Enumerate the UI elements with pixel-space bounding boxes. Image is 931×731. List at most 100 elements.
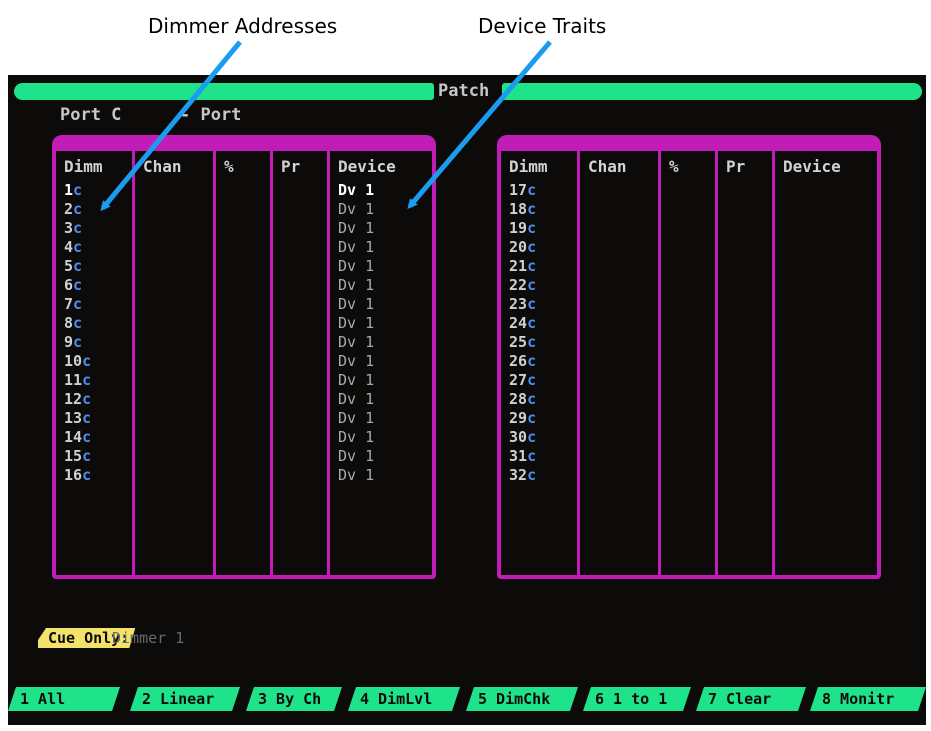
dimmer-address-cell[interactable]: 25c [509, 333, 536, 352]
device-cell[interactable]: Dv 1 [338, 257, 374, 276]
dimmer-address-cell[interactable]: 14c [64, 428, 91, 447]
dimmer-port-letter: c [527, 295, 537, 313]
dimmer-number: 11 [64, 371, 83, 389]
device-cell[interactable]: Dv 1 [338, 181, 374, 200]
dimmer-port-letter: c [82, 466, 92, 484]
column-header-device: Device [783, 157, 841, 176]
dimmer-address-cell[interactable]: 32c [509, 466, 536, 485]
column-header-dimm: Dimm [509, 157, 548, 176]
device-cell[interactable]: Dv 1 [338, 219, 374, 238]
device-cell[interactable]: Dv 1 [338, 295, 374, 314]
dimmer-number: 29 [509, 409, 528, 427]
dimmer-number: 24 [509, 314, 528, 332]
dimmer-number: 10 [64, 352, 83, 370]
column-header-pr: Pr [281, 157, 301, 176]
device-cell[interactable]: Dv 1 [338, 200, 374, 219]
dimmer-address-cell[interactable]: 5c [64, 257, 91, 276]
softkey-4[interactable]: 4 DimLvl [348, 687, 460, 711]
dimmer-address-cell[interactable]: 13c [64, 409, 91, 428]
column-dimm: Dimm 1c 2c 3c 4c 5c 6c 7c 8c 9c 10c 11c 12c 13c 14c 15… [56, 151, 135, 575]
dimmer-address-cell[interactable]: 27c [509, 371, 536, 390]
dimmer-number: 12 [64, 390, 83, 408]
annotation-dimmer-addresses: Dimmer Addresses [148, 14, 338, 38]
dimmer-address-cell[interactable]: 7c [64, 295, 91, 314]
softkey-7[interactable]: 7 Clear [696, 687, 806, 711]
dimmer-address-cell[interactable]: 10c [64, 352, 91, 371]
dimmer-list: 17c 18c 19c 20c 21c 22c 23c 24c 25c 26c 27c 28c 29c 3… [509, 181, 536, 485]
dimmer-address-cell[interactable]: 18c [509, 200, 536, 219]
softkey-8[interactable]: 8 Monitr [810, 687, 926, 711]
dimmer-address-cell[interactable]: 24c [509, 314, 536, 333]
device-cell[interactable]: Dv 1 [338, 390, 374, 409]
annotation-device-traits: Device Traits [478, 14, 607, 38]
title-bar-right [502, 83, 922, 100]
console-screen: Patch Port C - Port Dimm 1c 2c 3c 4c 5c 6c 7c 8… [8, 75, 926, 725]
dimmer-address-cell[interactable]: 20c [509, 238, 536, 257]
dimmer-address-cell[interactable]: 4c [64, 238, 91, 257]
device-cell[interactable]: Dv 1 [338, 428, 374, 447]
dimmer-address-cell[interactable]: 23c [509, 295, 536, 314]
device-cell[interactable]: Dv 1 [338, 314, 374, 333]
dimmer-port-letter: c [73, 276, 83, 294]
dimmer-number: 7 [64, 295, 74, 313]
column-chan: Chan [580, 151, 661, 575]
softkey-1[interactable]: 1 All [8, 687, 120, 711]
device-cell[interactable]: Dv 1 [338, 238, 374, 257]
column-device: Device [775, 151, 877, 575]
device-cell[interactable]: Dv 1 [338, 352, 374, 371]
dimmer-address-cell[interactable]: 1c [64, 181, 91, 200]
dimmer-address-cell[interactable]: 26c [509, 352, 536, 371]
dimmer-port-letter: c [73, 219, 83, 237]
column-header-percent: % [669, 157, 679, 176]
dimmer-number: 19 [509, 219, 528, 237]
device-cell[interactable]: Dv 1 [338, 409, 374, 428]
dimmer-port-letter: c [73, 314, 83, 332]
dimmer-address-cell[interactable]: 11c [64, 371, 91, 390]
dimmer-address-cell[interactable]: 12c [64, 390, 91, 409]
dimmer-port-letter: c [82, 447, 92, 465]
device-cell[interactable]: Dv 1 [338, 466, 374, 485]
device-cell[interactable]: Dv 1 [338, 447, 374, 466]
device-cell[interactable]: Dv 1 [338, 276, 374, 295]
dimmer-address-cell[interactable]: 31c [509, 447, 536, 466]
device-cell[interactable]: Dv 1 [338, 371, 374, 390]
dimmer-address-cell[interactable]: 29c [509, 409, 536, 428]
dimmer-address-cell[interactable]: 9c [64, 333, 91, 352]
dimmer-number: 4 [64, 238, 74, 256]
dimmer-port-letter: c [527, 466, 537, 484]
softkey-2[interactable]: 2 Linear [130, 687, 240, 711]
dimmer-number: 5 [64, 257, 74, 275]
column-header-pr: Pr [726, 157, 746, 176]
column-device: Device Dv 1 Dv 1 Dv 1 Dv 1 Dv 1 Dv 1 Dv 1 Dv 1D… [330, 151, 432, 575]
column-percent: % [661, 151, 718, 575]
dimmer-port-letter: c [527, 409, 537, 427]
dimmer-address-cell[interactable]: 3c [64, 219, 91, 238]
dimmer-address-cell[interactable]: 30c [509, 428, 536, 447]
dimmer-number: 9 [64, 333, 74, 351]
dimmer-address-cell[interactable]: 8c [64, 314, 91, 333]
dimmer-number: 15 [64, 447, 83, 465]
port-label: Port C [60, 105, 122, 125]
dimmer-number: 25 [509, 333, 528, 351]
dimmer-address-cell[interactable]: 17c [509, 181, 536, 200]
dimmer-address-cell[interactable]: 19c [509, 219, 536, 238]
softkey-3[interactable]: 3 By Ch [246, 687, 342, 711]
dimmer-address-cell[interactable]: 21c [509, 257, 536, 276]
dimmer-number: 13 [64, 409, 83, 427]
dimmer-number: 1 [64, 181, 74, 199]
dimmer-address-cell[interactable]: 6c [64, 276, 91, 295]
dimmer-port-letter: c [527, 238, 537, 256]
dimmer-port-letter: c [82, 428, 92, 446]
softkey-5[interactable]: 5 DimChk [466, 687, 578, 711]
dimmer-address-cell[interactable]: 2c [64, 200, 91, 219]
dimmer-number: 31 [509, 447, 528, 465]
column-header-percent: % [224, 157, 234, 176]
dimmer-address-cell[interactable]: 22c [509, 276, 536, 295]
dimmer-address-cell[interactable]: 15c [64, 447, 91, 466]
dimmer-number: 20 [509, 238, 528, 256]
softkey-6[interactable]: 6 1 to 1 [583, 687, 691, 711]
dimmer-address-cell[interactable]: 16c [64, 466, 91, 485]
dimmer-address-cell[interactable]: 28c [509, 390, 536, 409]
dimmer-port-letter: c [527, 257, 537, 275]
device-cell[interactable]: Dv 1 [338, 333, 374, 352]
